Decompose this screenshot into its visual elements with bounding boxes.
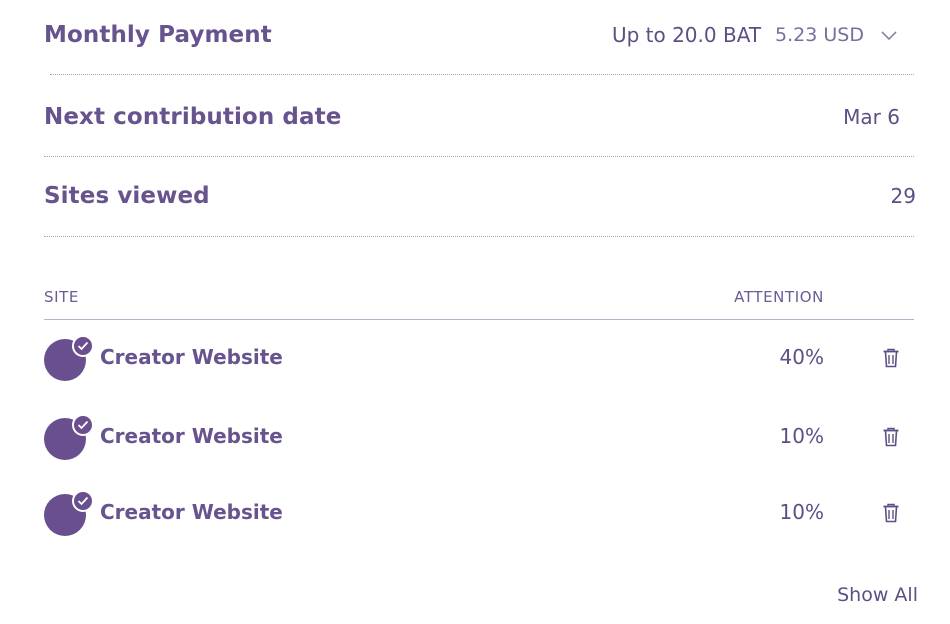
monthly-payment-label: Monthly Payment <box>44 22 272 48</box>
monthly-payment-usd-amount: 5.23 USD <box>775 24 864 46</box>
monthly-payment-dropdown[interactable]: Up to 20.0 BAT 5.23 USD <box>612 23 900 47</box>
site-attention-value: 10% <box>779 424 824 448</box>
site-name-link[interactable]: Creator Website <box>100 500 283 524</box>
table-row: Creator Website 10% <box>44 490 914 538</box>
divider <box>44 156 914 157</box>
sites-viewed-count: 29 <box>890 184 916 208</box>
next-contribution-label: Next contribution date <box>44 104 342 130</box>
check-icon <box>72 335 94 357</box>
column-header-attention: ATTENTION <box>734 288 824 306</box>
check-icon <box>72 490 94 512</box>
next-contribution-value: Mar 6 <box>843 105 900 129</box>
chevron-down-icon[interactable] <box>878 24 900 46</box>
show-all-link[interactable]: Show All <box>837 584 918 606</box>
trash-icon[interactable] <box>878 424 904 450</box>
table-header-divider <box>44 319 914 320</box>
table-row: Creator Website 10% <box>44 414 914 462</box>
column-header-site: SITE <box>44 288 79 306</box>
sites-table-header: SITE ATTENTION <box>44 285 914 309</box>
divider <box>44 236 914 237</box>
site-name-link[interactable]: Creator Website <box>100 424 283 448</box>
monthly-payment-bat-amount: Up to 20.0 BAT <box>611 23 762 47</box>
sites-viewed-row: Sites viewed 29 <box>44 175 916 217</box>
sites-viewed-label: Sites viewed <box>44 183 210 209</box>
table-row: Creator Website 40% <box>44 335 914 383</box>
site-name-link[interactable]: Creator Website <box>100 345 283 369</box>
monthly-payment-row: Monthly Payment Up to 20.0 BAT 5.23 USD <box>44 14 914 56</box>
site-attention-value: 40% <box>779 345 824 369</box>
divider <box>50 74 914 75</box>
next-contribution-row: Next contribution date Mar 6 <box>44 96 914 138</box>
trash-icon[interactable] <box>878 500 904 526</box>
site-attention-value: 10% <box>779 500 824 524</box>
trash-icon[interactable] <box>878 345 904 371</box>
auto-contribute-panel: Monthly Payment Up to 20.0 BAT 5.23 USD … <box>44 0 918 624</box>
check-icon <box>72 414 94 436</box>
